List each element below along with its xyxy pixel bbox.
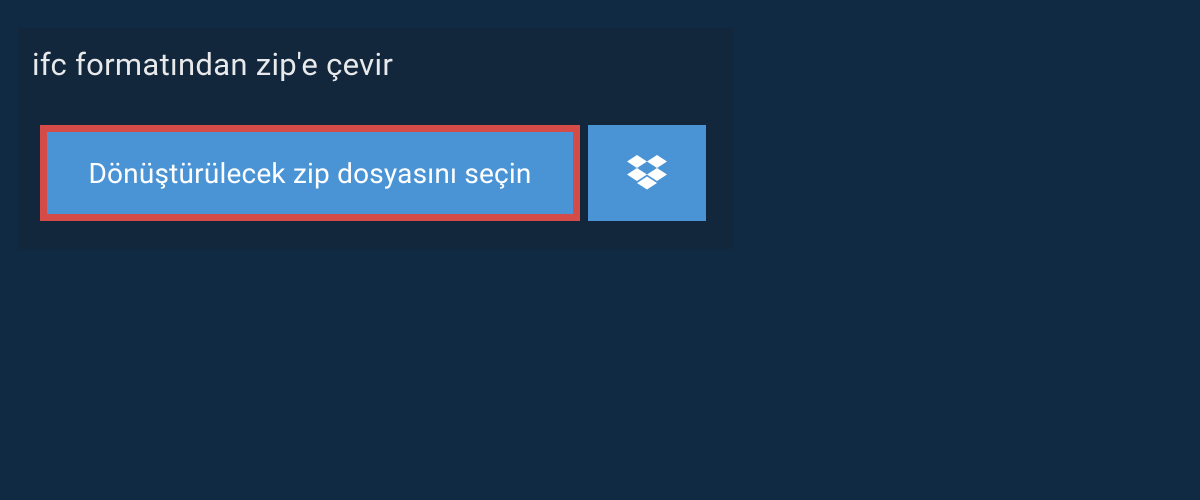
dropbox-icon xyxy=(627,155,667,191)
dropbox-button[interactable] xyxy=(588,125,706,221)
panel-title: ifc formatından zip'e çevir xyxy=(18,28,423,101)
converter-panel: ifc formatından zip'e çevir Dönüştürülec… xyxy=(18,28,733,249)
upload-row: Dönüştürülecek zip dosyasını seçin xyxy=(18,101,733,249)
file-select-button[interactable]: Dönüştürülecek zip dosyasını seçin xyxy=(40,125,580,221)
file-select-label: Dönüştürülecek zip dosyasını seçin xyxy=(88,157,531,190)
